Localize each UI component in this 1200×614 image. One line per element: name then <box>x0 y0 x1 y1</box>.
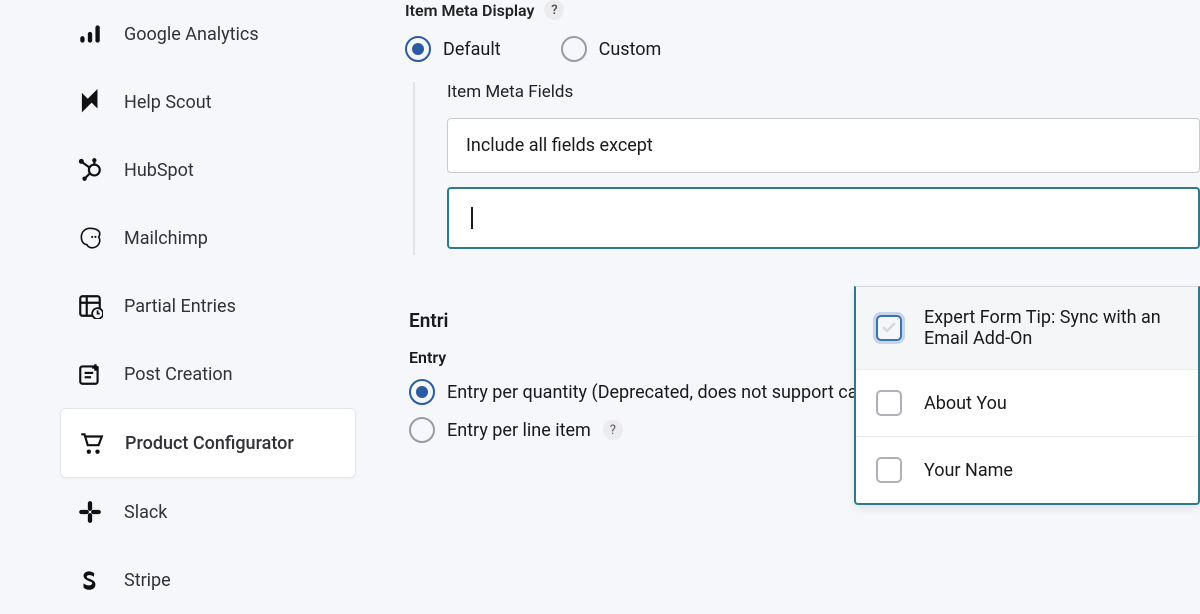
help-icon[interactable]: ? <box>603 420 623 440</box>
sidebar-item-post-creation[interactable]: Post Creation <box>60 340 356 408</box>
sidebar-item-stripe[interactable]: Stripe <box>60 546 356 614</box>
sidebar-item-google-analytics[interactable]: Google Analytics <box>60 0 356 68</box>
sidebar-item-label: Google Analytics <box>124 24 259 45</box>
sidebar-item-label: Post Creation <box>124 364 233 385</box>
dropdown-item-expert-tip[interactable]: Expert Form Tip: Sync with an Email Add-… <box>856 287 1198 370</box>
dropdown-item-label: Your Name <box>924 460 1013 481</box>
sidebar-item-product-configurator[interactable]: Product Configurator <box>60 408 356 478</box>
item-meta-fields-search[interactable] <box>447 187 1200 249</box>
checkbox-icon[interactable] <box>876 457 902 483</box>
dropdown-item-label: About You <box>924 393 1007 414</box>
sidebar: Google Analytics Help Scout HubSpot Mail… <box>0 0 370 574</box>
sidebar-item-mailchimp[interactable]: Mailchimp <box>60 204 356 272</box>
sidebar-item-help-scout[interactable]: Help Scout <box>60 68 356 136</box>
item-meta-display-label: Item Meta Display ? <box>405 0 1200 20</box>
item-meta-fields-select[interactable]: Include all fields except <box>447 118 1200 173</box>
analytics-icon <box>76 20 104 48</box>
sidebar-item-label: Mailchimp <box>124 228 208 249</box>
sidebar-item-hubspot[interactable]: HubSpot <box>60 136 356 204</box>
fields-dropdown: Expert Form Tip: Sync with an Email Add-… <box>854 286 1200 505</box>
hubspot-icon <box>76 156 104 184</box>
radio-circle-icon <box>405 36 431 62</box>
dropdown-item-label: Expert Form Tip: Sync with an Email Add-… <box>924 307 1178 349</box>
dropdown-item-about-you[interactable]: About You <box>856 370 1198 437</box>
partial-entries-icon <box>76 292 104 320</box>
sidebar-item-label: Product Configurator <box>125 433 294 454</box>
sidebar-item-label: Stripe <box>124 570 171 591</box>
checkbox-icon[interactable] <box>876 390 902 416</box>
post-creation-icon <box>76 360 104 388</box>
cart-icon <box>77 429 105 457</box>
radio-circle-icon <box>409 379 435 405</box>
sidebar-item-label: HubSpot <box>124 160 194 181</box>
radio-custom[interactable]: Custom <box>561 36 662 62</box>
radio-circle-icon <box>409 417 435 443</box>
dropdown-item-your-name[interactable]: Your Name <box>856 437 1198 503</box>
text-cursor-icon <box>471 207 473 229</box>
helpscout-icon <box>76 88 104 116</box>
sidebar-item-slack[interactable]: Slack <box>60 478 356 546</box>
sidebar-item-label: Partial Entries <box>124 296 236 317</box>
radio-circle-icon <box>561 36 587 62</box>
help-icon[interactable]: ? <box>544 0 564 20</box>
sidebar-item-label: Slack <box>124 502 167 523</box>
mailchimp-icon <box>76 224 104 252</box>
stripe-icon <box>76 566 104 594</box>
radio-default[interactable]: Default <box>405 36 501 62</box>
sidebar-item-partial-entries[interactable]: Partial Entries <box>60 272 356 340</box>
sidebar-item-label: Help Scout <box>124 92 212 113</box>
main-panel: Item Meta Display ? Default Custom Item … <box>370 0 1200 574</box>
item-meta-display-options: Default Custom <box>405 36 1200 62</box>
checkbox-icon[interactable] <box>876 315 902 341</box>
item-meta-fields-label: Item Meta Fields <box>447 82 1200 102</box>
slack-icon <box>76 498 104 526</box>
item-meta-fields-section: Item Meta Fields Include all fields exce… <box>413 82 1200 255</box>
